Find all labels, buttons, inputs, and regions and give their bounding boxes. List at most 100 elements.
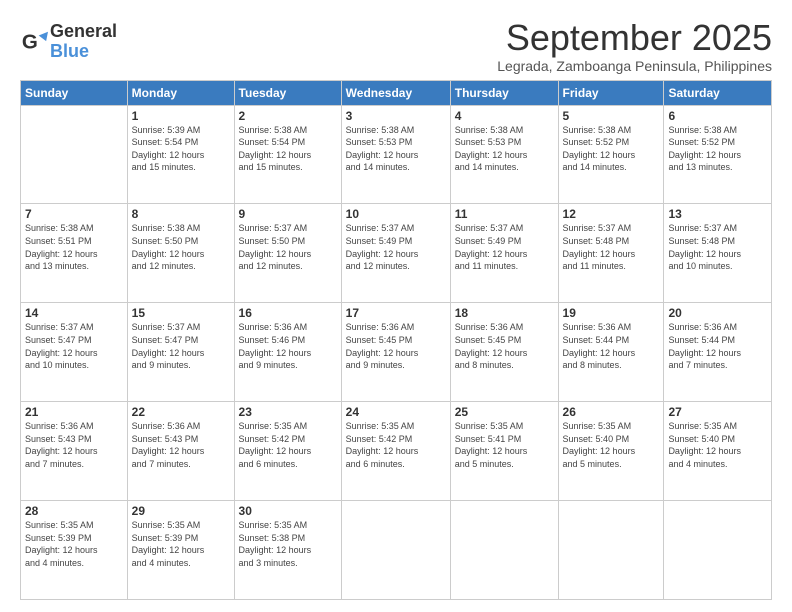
day-info: Sunrise: 5:36 AM Sunset: 5:46 PM Dayligh… [239,321,337,371]
day-number: 5 [563,109,660,123]
subtitle: Legrada, Zamboanga Peninsula, Philippine… [497,58,772,74]
day-info: Sunrise: 5:35 AM Sunset: 5:42 PM Dayligh… [239,420,337,470]
day-info: Sunrise: 5:38 AM Sunset: 5:53 PM Dayligh… [346,124,446,174]
calendar-cell: 3Sunrise: 5:38 AM Sunset: 5:53 PM Daylig… [341,105,450,204]
calendar-header-wednesday: Wednesday [341,80,450,105]
calendar-cell: 9Sunrise: 5:37 AM Sunset: 5:50 PM Daylig… [234,204,341,303]
header: G General Blue September 2025 Legrada, Z… [20,18,772,74]
calendar-cell: 29Sunrise: 5:35 AM Sunset: 5:39 PM Dayli… [127,501,234,600]
day-info: Sunrise: 5:38 AM Sunset: 5:52 PM Dayligh… [563,124,660,174]
calendar-cell: 23Sunrise: 5:35 AM Sunset: 5:42 PM Dayli… [234,402,341,501]
calendar-cell: 22Sunrise: 5:36 AM Sunset: 5:43 PM Dayli… [127,402,234,501]
day-number: 1 [132,109,230,123]
calendar-cell: 10Sunrise: 5:37 AM Sunset: 5:49 PM Dayli… [341,204,450,303]
calendar-cell: 7Sunrise: 5:38 AM Sunset: 5:51 PM Daylig… [21,204,128,303]
day-number: 18 [455,306,554,320]
week-row-2: 7Sunrise: 5:38 AM Sunset: 5:51 PM Daylig… [21,204,772,303]
day-number: 7 [25,207,123,221]
calendar-cell: 1Sunrise: 5:39 AM Sunset: 5:54 PM Daylig… [127,105,234,204]
calendar-cell: 12Sunrise: 5:37 AM Sunset: 5:48 PM Dayli… [558,204,664,303]
day-number: 6 [668,109,767,123]
logo-text-line2: Blue [50,42,117,62]
logo-icon: G [20,28,48,56]
calendar-header-tuesday: Tuesday [234,80,341,105]
day-info: Sunrise: 5:37 AM Sunset: 5:47 PM Dayligh… [132,321,230,371]
calendar-cell: 24Sunrise: 5:35 AM Sunset: 5:42 PM Dayli… [341,402,450,501]
logo-text-line1: General [50,22,117,42]
day-number: 10 [346,207,446,221]
day-info: Sunrise: 5:36 AM Sunset: 5:45 PM Dayligh… [346,321,446,371]
calendar-cell: 30Sunrise: 5:35 AM Sunset: 5:38 PM Dayli… [234,501,341,600]
page: G General Blue September 2025 Legrada, Z… [0,0,792,612]
svg-text:G: G [22,30,38,53]
day-info: Sunrise: 5:35 AM Sunset: 5:41 PM Dayligh… [455,420,554,470]
title-block: September 2025 Legrada, Zamboanga Penins… [497,18,772,74]
calendar-cell: 15Sunrise: 5:37 AM Sunset: 5:47 PM Dayli… [127,303,234,402]
day-number: 21 [25,405,123,419]
calendar-cell: 8Sunrise: 5:38 AM Sunset: 5:50 PM Daylig… [127,204,234,303]
week-row-3: 14Sunrise: 5:37 AM Sunset: 5:47 PM Dayli… [21,303,772,402]
day-number: 19 [563,306,660,320]
calendar-cell: 16Sunrise: 5:36 AM Sunset: 5:46 PM Dayli… [234,303,341,402]
day-number: 24 [346,405,446,419]
day-number: 14 [25,306,123,320]
day-number: 26 [563,405,660,419]
day-info: Sunrise: 5:37 AM Sunset: 5:48 PM Dayligh… [563,222,660,272]
day-number: 11 [455,207,554,221]
day-info: Sunrise: 5:37 AM Sunset: 5:49 PM Dayligh… [455,222,554,272]
calendar-header-thursday: Thursday [450,80,558,105]
day-number: 13 [668,207,767,221]
day-number: 27 [668,405,767,419]
day-info: Sunrise: 5:35 AM Sunset: 5:42 PM Dayligh… [346,420,446,470]
day-info: Sunrise: 5:36 AM Sunset: 5:44 PM Dayligh… [563,321,660,371]
day-number: 12 [563,207,660,221]
calendar-cell: 25Sunrise: 5:35 AM Sunset: 5:41 PM Dayli… [450,402,558,501]
day-info: Sunrise: 5:37 AM Sunset: 5:50 PM Dayligh… [239,222,337,272]
day-info: Sunrise: 5:36 AM Sunset: 5:44 PM Dayligh… [668,321,767,371]
day-number: 22 [132,405,230,419]
day-info: Sunrise: 5:38 AM Sunset: 5:51 PM Dayligh… [25,222,123,272]
calendar-header-monday: Monday [127,80,234,105]
day-number: 17 [346,306,446,320]
day-number: 15 [132,306,230,320]
calendar-cell: 19Sunrise: 5:36 AM Sunset: 5:44 PM Dayli… [558,303,664,402]
calendar-header-sunday: Sunday [21,80,128,105]
day-info: Sunrise: 5:37 AM Sunset: 5:48 PM Dayligh… [668,222,767,272]
calendar-cell: 11Sunrise: 5:37 AM Sunset: 5:49 PM Dayli… [450,204,558,303]
calendar-header-saturday: Saturday [664,80,772,105]
day-info: Sunrise: 5:38 AM Sunset: 5:52 PM Dayligh… [668,124,767,174]
day-info: Sunrise: 5:35 AM Sunset: 5:40 PM Dayligh… [563,420,660,470]
calendar-cell [450,501,558,600]
day-number: 23 [239,405,337,419]
calendar-cell: 17Sunrise: 5:36 AM Sunset: 5:45 PM Dayli… [341,303,450,402]
day-info: Sunrise: 5:35 AM Sunset: 5:38 PM Dayligh… [239,519,337,569]
calendar-cell: 14Sunrise: 5:37 AM Sunset: 5:47 PM Dayli… [21,303,128,402]
week-row-5: 28Sunrise: 5:35 AM Sunset: 5:39 PM Dayli… [21,501,772,600]
day-info: Sunrise: 5:38 AM Sunset: 5:54 PM Dayligh… [239,124,337,174]
calendar: SundayMondayTuesdayWednesdayThursdayFrid… [20,80,772,600]
day-number: 28 [25,504,123,518]
week-row-1: 1Sunrise: 5:39 AM Sunset: 5:54 PM Daylig… [21,105,772,204]
day-info: Sunrise: 5:38 AM Sunset: 5:50 PM Dayligh… [132,222,230,272]
day-info: Sunrise: 5:39 AM Sunset: 5:54 PM Dayligh… [132,124,230,174]
calendar-header-row: SundayMondayTuesdayWednesdayThursdayFrid… [21,80,772,105]
calendar-cell: 26Sunrise: 5:35 AM Sunset: 5:40 PM Dayli… [558,402,664,501]
day-info: Sunrise: 5:37 AM Sunset: 5:47 PM Dayligh… [25,321,123,371]
week-row-4: 21Sunrise: 5:36 AM Sunset: 5:43 PM Dayli… [21,402,772,501]
logo: G General Blue [20,22,117,62]
day-info: Sunrise: 5:38 AM Sunset: 5:53 PM Dayligh… [455,124,554,174]
calendar-cell: 6Sunrise: 5:38 AM Sunset: 5:52 PM Daylig… [664,105,772,204]
calendar-cell [341,501,450,600]
day-info: Sunrise: 5:37 AM Sunset: 5:49 PM Dayligh… [346,222,446,272]
day-info: Sunrise: 5:36 AM Sunset: 5:43 PM Dayligh… [25,420,123,470]
day-number: 4 [455,109,554,123]
calendar-cell: 2Sunrise: 5:38 AM Sunset: 5:54 PM Daylig… [234,105,341,204]
day-info: Sunrise: 5:35 AM Sunset: 5:40 PM Dayligh… [668,420,767,470]
day-info: Sunrise: 5:36 AM Sunset: 5:43 PM Dayligh… [132,420,230,470]
day-info: Sunrise: 5:36 AM Sunset: 5:45 PM Dayligh… [455,321,554,371]
calendar-cell: 13Sunrise: 5:37 AM Sunset: 5:48 PM Dayli… [664,204,772,303]
calendar-cell: 21Sunrise: 5:36 AM Sunset: 5:43 PM Dayli… [21,402,128,501]
day-number: 16 [239,306,337,320]
calendar-cell: 20Sunrise: 5:36 AM Sunset: 5:44 PM Dayli… [664,303,772,402]
main-title: September 2025 [497,18,772,58]
